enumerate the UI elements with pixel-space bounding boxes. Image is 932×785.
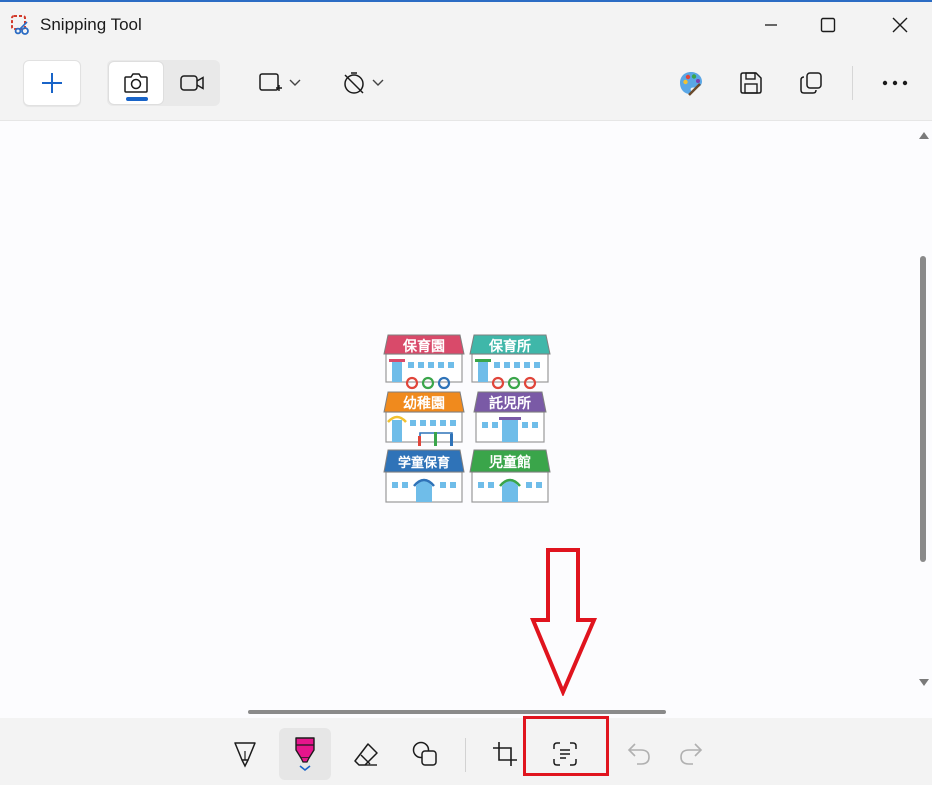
video-mode-button[interactable] bbox=[165, 61, 219, 105]
save-button[interactable] bbox=[730, 60, 772, 106]
more-icon bbox=[882, 80, 908, 86]
captured-image: 保育園 保育所 幼稚園 託児所 学童保育 児童館 bbox=[383, 334, 551, 503]
plus-icon bbox=[42, 73, 62, 93]
markup-toolbar bbox=[0, 718, 932, 785]
undo-icon bbox=[627, 743, 650, 765]
scroll-down-arrow-icon[interactable] bbox=[918, 678, 930, 688]
maximize-icon bbox=[820, 17, 836, 33]
camera-icon bbox=[124, 73, 148, 93]
eraser-button[interactable] bbox=[340, 728, 392, 780]
minimize-icon bbox=[765, 24, 777, 26]
annotation-arrow bbox=[530, 548, 598, 696]
crop-icon bbox=[493, 742, 517, 766]
minimize-button[interactable] bbox=[748, 0, 794, 50]
building-hoikuen: 保育園 bbox=[383, 334, 465, 390]
label-jidokan: 児童館 bbox=[488, 454, 531, 471]
redo-icon bbox=[680, 743, 703, 765]
ballpoint-pen-icon bbox=[234, 742, 256, 768]
snipping-tool-icon bbox=[11, 15, 29, 35]
capture-mode-toggle bbox=[107, 60, 220, 106]
chevron-down-icon bbox=[289, 79, 301, 86]
close-icon bbox=[892, 17, 908, 33]
chevron-down-icon bbox=[372, 79, 384, 86]
undo-button[interactable] bbox=[613, 728, 665, 780]
no-timer-icon bbox=[344, 72, 364, 94]
screenshot-mode-button[interactable] bbox=[108, 61, 164, 105]
shapes-button[interactable] bbox=[399, 728, 451, 780]
selected-mode-indicator bbox=[126, 97, 148, 101]
scroll-up-arrow-icon[interactable] bbox=[918, 130, 930, 140]
vertical-scrollbar-thumb[interactable] bbox=[920, 256, 926, 562]
top-toolbar bbox=[0, 50, 932, 120]
building-takujisho: 託児所 bbox=[473, 391, 547, 443]
building-gakudo-hoiku: 学童保育 bbox=[383, 449, 465, 503]
eraser-icon bbox=[354, 743, 378, 766]
toolbar-separator bbox=[852, 66, 853, 100]
copy-icon bbox=[800, 72, 822, 94]
redo-button[interactable] bbox=[665, 728, 717, 780]
label-hoikuen: 保育園 bbox=[402, 338, 445, 355]
highlighter-icon bbox=[295, 737, 315, 772]
highlighter-button[interactable] bbox=[279, 728, 331, 780]
building-yochien: 幼稚園 bbox=[383, 391, 465, 446]
label-takujisho: 託児所 bbox=[489, 395, 531, 412]
paint-button[interactable] bbox=[670, 60, 712, 106]
title-bar: Snipping Tool bbox=[0, 0, 932, 50]
window-title: Snipping Tool bbox=[40, 15, 142, 34]
paint-palette-icon bbox=[680, 72, 702, 96]
building-hoikusho: 保育所 bbox=[469, 334, 551, 390]
shapes-icon bbox=[412, 741, 437, 766]
delay-dropdown[interactable] bbox=[336, 60, 390, 106]
maximize-button[interactable] bbox=[805, 0, 851, 50]
label-hoikusho: 保育所 bbox=[488, 338, 531, 355]
rectangle-snip-icon bbox=[259, 73, 282, 91]
close-button[interactable] bbox=[877, 0, 923, 50]
annotation-highlight-box bbox=[523, 716, 609, 776]
label-yochien: 幼稚園 bbox=[403, 395, 445, 412]
snip-shape-dropdown[interactable] bbox=[254, 60, 306, 106]
label-gakudo-hoiku: 学童保育 bbox=[398, 455, 450, 471]
ballpoint-pen-button[interactable] bbox=[219, 728, 271, 780]
new-snip-button[interactable] bbox=[23, 60, 81, 106]
markup-toolbar-separator bbox=[465, 738, 466, 772]
save-icon bbox=[740, 72, 762, 94]
copy-button[interactable] bbox=[790, 60, 832, 106]
building-jidokan: 児童館 bbox=[469, 449, 551, 503]
video-camera-icon bbox=[180, 75, 204, 91]
horizontal-scrollbar-thumb[interactable] bbox=[248, 710, 666, 714]
more-options-button[interactable] bbox=[873, 60, 917, 106]
